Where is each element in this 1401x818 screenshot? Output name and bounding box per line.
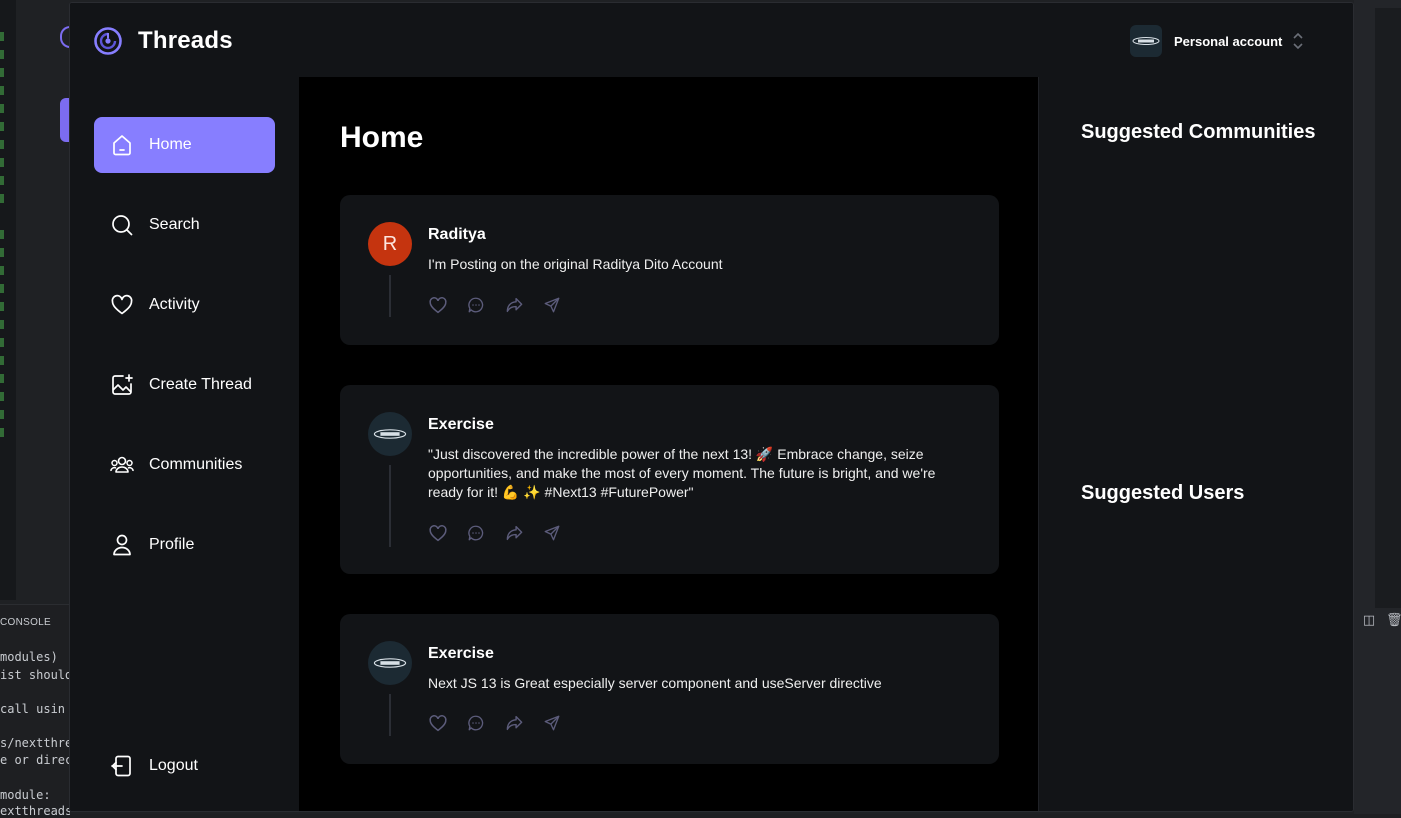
suggested-users-heading: Suggested Users (1081, 482, 1245, 504)
logout-label: Logout (149, 757, 198, 774)
sidebar-item-home[interactable]: Home (94, 117, 275, 173)
reply-icon[interactable] (466, 295, 486, 315)
console-line: modules) (0, 650, 58, 664)
background-scrollbar (1375, 8, 1401, 608)
exercise-logo-icon (1132, 37, 1160, 45)
console-line: s/nextthre (0, 736, 70, 750)
heart-icon (109, 292, 135, 318)
chevron-up-down-icon (1293, 32, 1303, 50)
logout-icon (109, 753, 135, 779)
exercise-logo-icon (373, 429, 407, 439)
thread-text: "Just discovered the incredible power of… (428, 446, 936, 500)
sidebar-item-label: Create Thread (149, 376, 252, 393)
console-line: extthreads (0, 804, 70, 818)
share-icon[interactable] (542, 295, 562, 315)
thread-text: I'm Posting on the original Raditya Dito… (428, 256, 723, 272)
editor-gutter (0, 0, 16, 600)
repost-icon[interactable] (504, 295, 524, 315)
account-label: Personal account (1174, 33, 1283, 49)
console-line: e or direc (0, 753, 70, 767)
home-icon (109, 132, 135, 158)
avatar[interactable]: R (368, 222, 412, 266)
account-switcher[interactable]: Personal account (1130, 24, 1304, 58)
split-panel-icon[interactable]: ◫ (1362, 614, 1376, 628)
heart-icon[interactable] (428, 295, 448, 315)
thread-actions (428, 523, 580, 543)
thread-text: Next JS 13 is Great especially server co… (428, 675, 882, 691)
account-avatar (1130, 25, 1162, 57)
thread-card: Exercise Next JS 13 is Great especially … (340, 614, 999, 764)
heart-icon[interactable] (428, 523, 448, 543)
exercise-logo-icon (373, 658, 407, 668)
thread-author[interactable]: Exercise (428, 416, 494, 434)
sidebar-item-search[interactable]: Search (94, 197, 275, 253)
thread-card: Exercise "Just discovered the incredible… (340, 385, 999, 574)
main-feed: Home R Raditya I'm Posting on the origin… (299, 77, 1038, 811)
sidebar-item-activity[interactable]: Activity (94, 277, 275, 333)
right-sidebar: Suggested Communities Suggested Users (1038, 77, 1353, 811)
create-thread-icon (109, 372, 135, 398)
topbar: Threads Personal account (70, 3, 1353, 77)
sidebar-item-create-thread[interactable]: Create Thread (94, 357, 275, 413)
console-line: ist should (0, 668, 70, 682)
sidebar-item-communities[interactable]: Communities (94, 437, 275, 493)
reply-icon[interactable] (466, 713, 486, 733)
share-icon[interactable] (542, 523, 562, 543)
avatar[interactable] (368, 412, 412, 456)
sidebar-item-label: Home (149, 136, 192, 153)
communities-icon (109, 452, 135, 478)
profile-icon (109, 532, 135, 558)
sidebar-item-label: Activity (149, 296, 200, 313)
thread-card: R Raditya I'm Posting on the original Ra… (340, 195, 999, 345)
repost-icon[interactable] (504, 713, 524, 733)
repost-icon[interactable] (504, 523, 524, 543)
suggested-communities-heading: Suggested Communities (1081, 121, 1316, 143)
thread-author[interactable]: Exercise (428, 645, 494, 663)
thread-line (389, 694, 391, 736)
thread-line (389, 275, 391, 317)
threads-app-window: Threads Personal account Home Search Act… (69, 2, 1354, 812)
left-sidebar: Home Search Activity Create Thread Commu… (70, 77, 299, 811)
trash-icon[interactable]: 🗑 (1386, 614, 1401, 628)
search-icon (109, 212, 135, 238)
sidebar-item-profile[interactable]: Profile (94, 517, 275, 573)
console-line: module: (0, 788, 51, 802)
threads-logo-icon[interactable] (92, 25, 124, 57)
thread-author[interactable]: Raditya (428, 226, 486, 244)
sidebar-item-label: Profile (149, 536, 195, 553)
heart-icon[interactable] (428, 713, 448, 733)
thread-actions (428, 713, 580, 733)
thread-actions (428, 295, 580, 315)
sidebar-item-label: Search (149, 216, 200, 233)
reply-icon[interactable] (466, 523, 486, 543)
console-title: CONSOLE (0, 617, 52, 628)
logout-button[interactable]: Logout (94, 738, 275, 794)
console-line: call usin (0, 702, 66, 716)
thread-line (389, 465, 391, 547)
brand-title[interactable]: Threads (138, 27, 233, 55)
avatar[interactable] (368, 641, 412, 685)
sidebar-item-label: Communities (149, 456, 243, 473)
page-title: Home (340, 121, 424, 154)
share-icon[interactable] (542, 713, 562, 733)
